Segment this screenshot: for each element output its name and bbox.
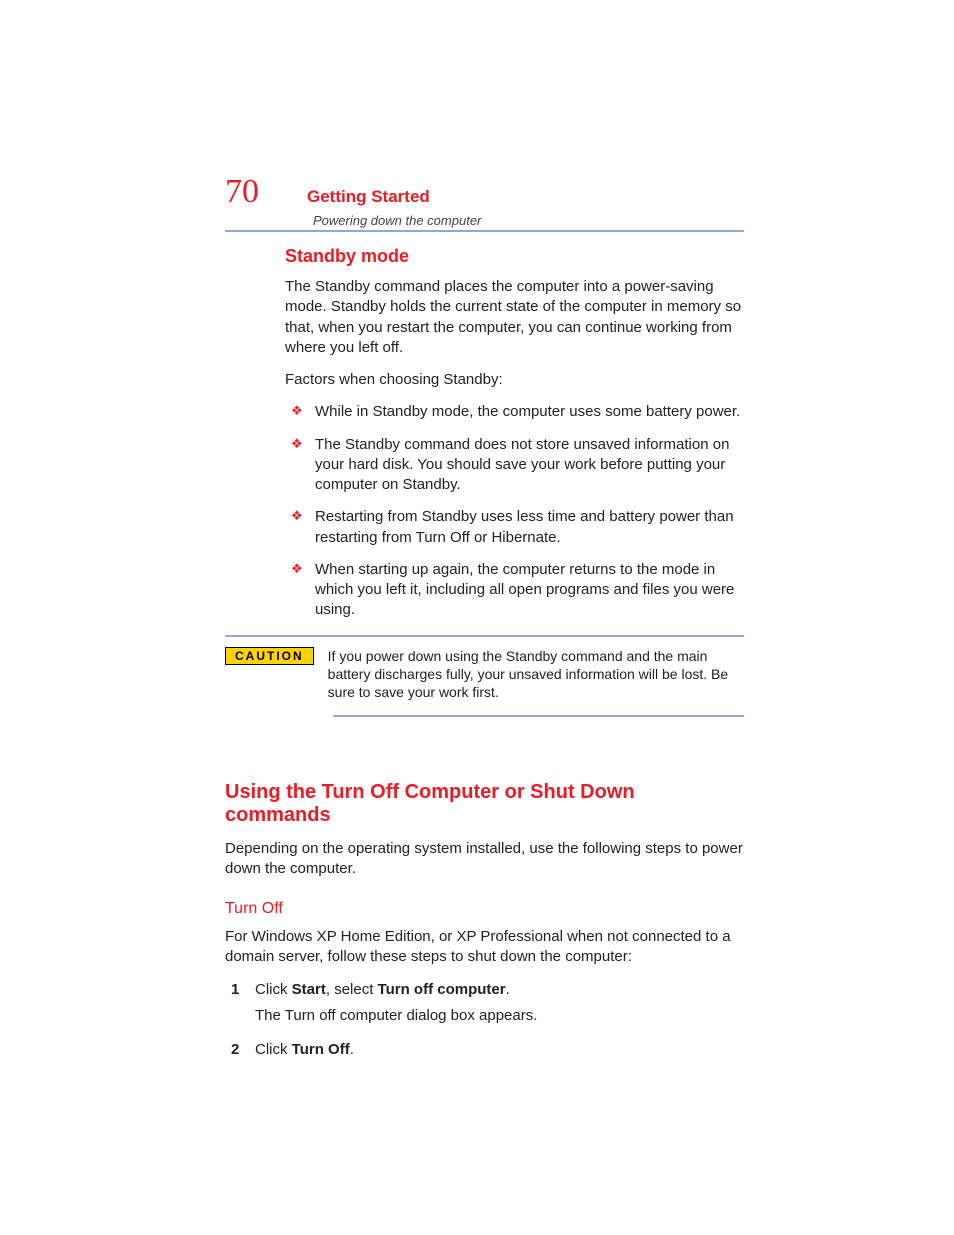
bullet-text: The Standby command does not store unsav… bbox=[315, 436, 729, 494]
step-text-bold: Turn Off bbox=[292, 1041, 350, 1058]
section1-intro1: The Standby command places the computer … bbox=[285, 277, 744, 358]
step-text-part: . bbox=[506, 981, 510, 998]
step-item: Click Turn Off. bbox=[225, 1040, 744, 1060]
caution-badge: CAUTION bbox=[225, 647, 314, 665]
caution-row: CAUTION If you power down using the Stan… bbox=[225, 647, 744, 702]
bullet-diamond-icon: ❖ bbox=[291, 563, 301, 573]
bullet-item: ❖ Restarting from Standby uses less time… bbox=[285, 507, 744, 548]
page-number: 70 bbox=[225, 175, 259, 209]
section1-intro2: Factors when choosing Standby: bbox=[285, 370, 744, 390]
subchapter-title: Powering down the computer bbox=[313, 213, 744, 228]
caution-bottom-rule bbox=[333, 715, 744, 717]
chapter-title: Getting Started bbox=[307, 187, 430, 207]
bullet-text: While in Standby mode, the computer uses… bbox=[315, 403, 740, 420]
bullet-item: ❖ When starting up again, the computer r… bbox=[285, 560, 744, 621]
bullet-diamond-icon: ❖ bbox=[291, 510, 301, 520]
bullet-diamond-icon: ❖ bbox=[291, 405, 301, 415]
step-text-part: , select bbox=[326, 981, 378, 998]
step-subtext: The Turn off computer dialog box appears… bbox=[255, 1006, 744, 1026]
step-text-part: Click bbox=[255, 1041, 292, 1058]
page-root: 70 Getting Started Powering down the com… bbox=[0, 0, 954, 1235]
step-item: Click Start, select Turn off computer. T… bbox=[225, 980, 744, 1027]
header-rule bbox=[225, 230, 744, 232]
step-text-part: Click bbox=[255, 981, 292, 998]
bullet-text: Restarting from Standby uses less time a… bbox=[315, 508, 734, 545]
page-header: 70 Getting Started bbox=[225, 175, 744, 209]
step-text-bold: Turn off computer bbox=[378, 981, 506, 998]
section2-para: Depending on the operating system instal… bbox=[225, 839, 744, 880]
step-text-part: . bbox=[350, 1041, 354, 1058]
turnoff-intro: For Windows XP Home Edition, or XP Profe… bbox=[225, 927, 744, 968]
turnoff-steps: Click Start, select Turn off computer. T… bbox=[225, 980, 744, 1061]
section-heading-turnoff-shutdown: Using the Turn Off Computer or Shut Down… bbox=[225, 781, 744, 827]
section-heading-standby: Standby mode bbox=[285, 246, 744, 267]
bullet-item: ❖ While in Standby mode, the computer us… bbox=[285, 402, 744, 422]
section1-bullet-list: ❖ While in Standby mode, the computer us… bbox=[285, 402, 744, 620]
caution-callout: CAUTION If you power down using the Stan… bbox=[225, 635, 744, 718]
caution-text: If you power down using the Standby comm… bbox=[328, 647, 744, 702]
section2-body: Depending on the operating system instal… bbox=[225, 839, 744, 1060]
bullet-diamond-icon: ❖ bbox=[291, 438, 301, 448]
section1-body: The Standby command places the computer … bbox=[285, 277, 744, 621]
caution-top-rule bbox=[225, 635, 744, 637]
bullet-text: When starting up again, the computer ret… bbox=[315, 561, 734, 619]
bullet-item: ❖ The Standby command does not store uns… bbox=[285, 435, 744, 496]
step-text-bold: Start bbox=[292, 981, 326, 998]
subsection-heading-turnoff: Turn Off bbox=[225, 898, 744, 920]
